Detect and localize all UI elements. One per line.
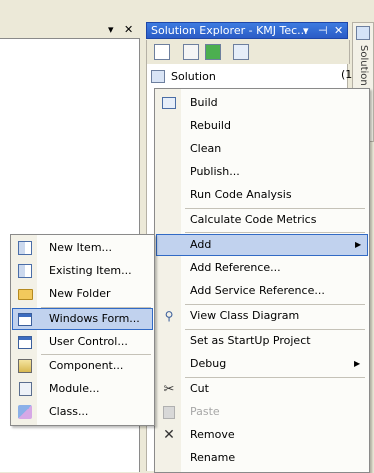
submenu-item-class[interactable]: Class... (12, 401, 153, 423)
scissors-icon: ✂ (163, 381, 175, 397)
menu-item-run-code-analysis[interactable]: Run Code Analysis (156, 184, 368, 206)
class-icon (17, 404, 33, 420)
menu-separator (185, 232, 365, 233)
solution-explorer-title: Solution Explorer - KMJ Tec... (151, 24, 308, 37)
existing-item-icon (17, 263, 33, 279)
solution-explorer-icon (356, 26, 370, 40)
menu-item-remove[interactable]: ✕ Remove (156, 424, 368, 446)
folder-icon (17, 286, 33, 302)
remove-x-icon: ✕ (163, 427, 175, 443)
close-icon[interactable]: ✕ (334, 23, 343, 38)
tree-item-label: Solution (171, 69, 216, 83)
class-diagram-icon: ⚲ (164, 309, 174, 323)
menu-item-paste[interactable]: Paste (156, 401, 368, 423)
document-header: ▾ ✕ (0, 22, 140, 38)
project-count-fragment: (1 (341, 68, 353, 81)
solution-explorer-title-bar[interactable]: Solution Explorer - KMJ Tec... ▾ ⊣ ✕ (146, 22, 348, 39)
menu-item-calculate-code-metrics[interactable]: Calculate Code Metrics (156, 209, 368, 231)
solution-explorer-toolbar (146, 40, 350, 64)
new-item-icon (17, 240, 33, 256)
windows-form-icon (17, 311, 33, 327)
submenu-item-windows-form[interactable]: Windows Form... (12, 308, 153, 330)
add-submenu: New Item... Existing Item... New Folder … (10, 234, 155, 426)
menu-item-add[interactable]: Add ▶ (156, 234, 368, 256)
auto-hide-pin-icon[interactable]: ⊣ (318, 23, 328, 38)
component-icon (17, 358, 33, 374)
window-position-dropdown[interactable]: ▾ (108, 22, 114, 38)
submenu-item-new-folder[interactable]: New Folder (12, 283, 153, 305)
menu-item-cut[interactable]: ✂ Cut (156, 378, 368, 400)
menu-item-build[interactable]: Build (156, 92, 368, 114)
submenu-item-existing-item[interactable]: Existing Item... (12, 260, 153, 282)
menu-item-rename[interactable]: Rename (156, 447, 368, 469)
view-class-diagram-icon[interactable] (233, 44, 249, 60)
menu-item-view-class-diagram[interactable]: ⚲ View Class Diagram (156, 305, 368, 327)
user-control-icon (17, 334, 33, 350)
menu-item-add-service-reference[interactable]: Add Service Reference... (156, 280, 368, 302)
show-all-files-icon[interactable] (183, 44, 199, 60)
submenu-item-component[interactable]: Component... (12, 355, 153, 377)
menu-item-clean[interactable]: Clean (156, 138, 368, 160)
menu-item-rebuild[interactable]: Rebuild (156, 115, 368, 137)
paste-icon (161, 404, 177, 420)
submenu-item-user-control[interactable]: User Control... (12, 331, 153, 353)
project-context-menu: Build Rebuild Clean Publish... Run Code … (154, 88, 370, 473)
submenu-arrow-icon: ▶ (355, 240, 362, 249)
refresh-icon[interactable] (205, 44, 221, 60)
module-icon (17, 381, 33, 397)
submenu-item-new-item[interactable]: New Item... (12, 237, 153, 259)
solution-icon (151, 69, 165, 83)
submenu-arrow-icon: ▶ (354, 359, 361, 368)
window-position-icon[interactable]: ▾ (303, 23, 309, 38)
menu-item-publish[interactable]: Publish... (156, 161, 368, 183)
document-close-icon[interactable]: ✕ (124, 22, 133, 38)
menu-item-set-startup-project[interactable]: Set as StartUp Project (156, 330, 368, 352)
menu-item-add-reference[interactable]: Add Reference... (156, 257, 368, 279)
submenu-item-module[interactable]: Module... (12, 378, 153, 400)
menu-item-debug[interactable]: Debug ▶ (156, 353, 368, 375)
tree-item-solution[interactable]: Solution (151, 68, 216, 84)
build-icon (161, 95, 177, 111)
properties-icon[interactable] (154, 44, 170, 60)
